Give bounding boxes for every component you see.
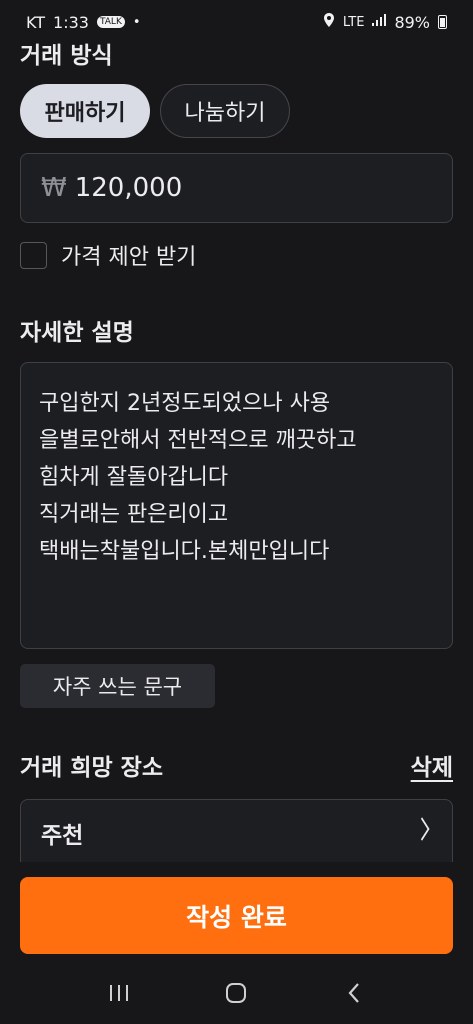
- description-textarea[interactable]: 구입한지 2년정도되었으나 사용 을별로안해서 전반적으로 깨끗하고 힘차게 잘…: [20, 362, 453, 649]
- location-icon: [323, 13, 335, 31]
- price-input[interactable]: ₩ 120,000: [20, 153, 453, 223]
- price-offer-row[interactable]: 가격 제안 받기: [20, 239, 196, 271]
- battery-percent: 89%: [394, 12, 430, 32]
- network-type-icon: LTE: [342, 14, 365, 30]
- trade-place-header: 거래 희망 장소 삭제: [20, 748, 453, 782]
- status-left: KT 1:33 TALK •: [26, 13, 141, 32]
- clock: 1:33: [53, 12, 89, 32]
- chevron-right-icon: [420, 815, 430, 850]
- delete-place-button[interactable]: 삭제: [411, 748, 453, 782]
- submit-button[interactable]: 작성 완료: [20, 877, 453, 954]
- won-currency-icon: ₩: [41, 173, 67, 203]
- notification-dot-icon: •: [132, 14, 141, 30]
- description-title: 자세한 설명: [20, 320, 134, 346]
- price-offer-checkbox[interactable]: [20, 241, 47, 269]
- system-nav-bar: [0, 962, 473, 1024]
- price-offer-label: 가격 제안 받기: [61, 245, 197, 270]
- description-line: 직거래는 판은리이고: [39, 502, 229, 527]
- back-icon[interactable]: [334, 973, 374, 1013]
- trade-place-value: 주천: [41, 822, 84, 849]
- price-value: 120,000: [74, 173, 183, 203]
- battery-icon: [438, 15, 447, 29]
- status-right: LTE 89%: [323, 13, 447, 32]
- description-line: 구입한지 2년정도되었으나 사용: [39, 391, 331, 416]
- description-line: 을별로안해서 전반적으로 깨끗하고: [39, 428, 357, 453]
- talk-notification-icon: TALK: [96, 16, 125, 28]
- description-line: 힘차게 잘돌아갑니다: [39, 465, 229, 490]
- signal-icon: [372, 14, 387, 30]
- trade-place-title: 거래 희망 장소: [20, 755, 163, 781]
- option-sell-chip[interactable]: 판매하기: [20, 84, 150, 138]
- carrier: KT: [26, 12, 46, 32]
- trade-place-selector[interactable]: 주천: [20, 799, 453, 865]
- option-share-chip[interactable]: 나눔하기: [160, 84, 290, 138]
- recent-apps-icon[interactable]: [99, 973, 139, 1013]
- frequent-phrases-button[interactable]: 자주 쓰는 문구: [20, 664, 215, 708]
- trade-method-title: 거래 방식: [20, 43, 113, 69]
- home-icon[interactable]: [216, 973, 256, 1013]
- description-line: 택배는착불입니다.본체만입니다: [39, 539, 330, 564]
